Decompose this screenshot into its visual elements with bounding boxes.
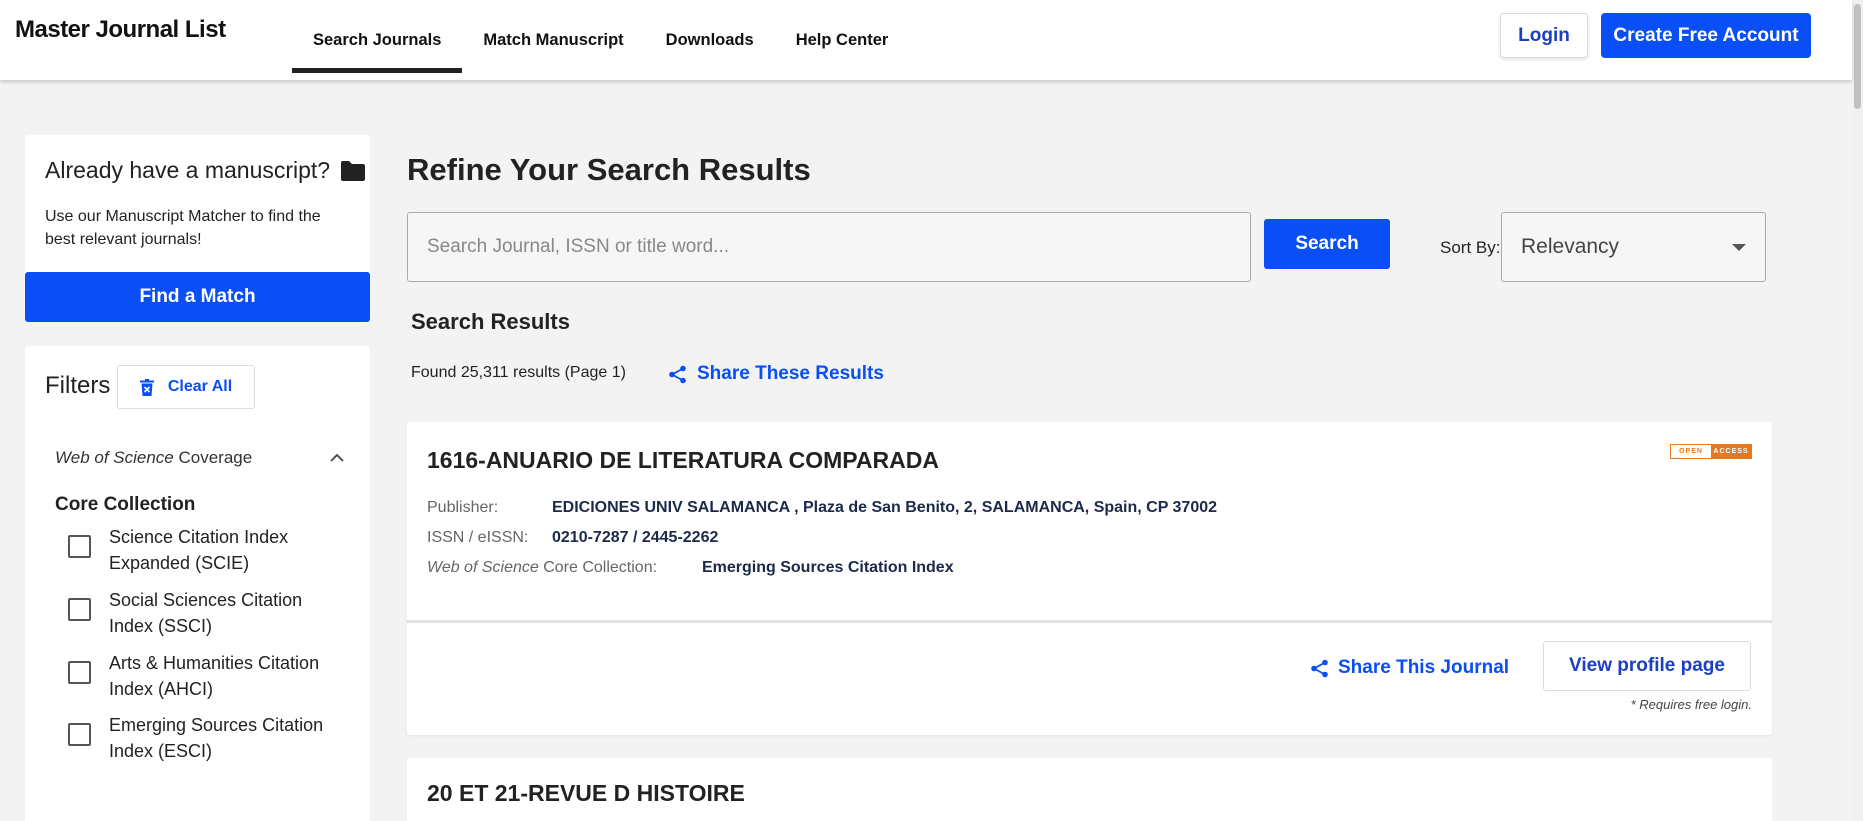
filters-panel: Filters Clear All Web of Science Coverag… xyxy=(25,346,370,821)
site-logo[interactable]: Master Journal List xyxy=(15,16,226,44)
manuscript-card-description: Use our Manuscript Matcher to find the b… xyxy=(45,208,321,248)
page-title: Refine Your Search Results xyxy=(407,152,811,187)
share-results-link[interactable]: Share These Results xyxy=(668,363,884,385)
login-button[interactable]: Login xyxy=(1500,13,1588,58)
checkbox-ahci[interactable] xyxy=(68,661,91,684)
manuscript-card-title: Already have a manuscript? xyxy=(45,157,366,184)
nav-search-journals[interactable]: Search Journals xyxy=(292,0,463,80)
top-header: Master Journal List Search Journals Matc… xyxy=(0,0,1852,80)
open-access-badge-open: OPEN xyxy=(1671,445,1711,458)
journal-result-card: 1616-ANUARIO DE LITERATURA COMPARADA OPE… xyxy=(407,422,1772,735)
journal-title[interactable]: 1616-ANUARIO DE LITERATURA COMPARADA xyxy=(427,447,939,474)
create-account-button[interactable]: Create Free Account xyxy=(1601,13,1811,58)
manuscript-matcher-card: Already have a manuscript? Use our Manus… xyxy=(25,135,370,322)
main-nav: Search Journals Match Manuscript Downloa… xyxy=(292,0,909,80)
page-scrollbar[interactable] xyxy=(1852,0,1863,821)
filter-label-ssci: Social Sciences Citation Index (SSCI) xyxy=(109,590,303,636)
journal-result-card: 20 ET 21-REVUE D HISTOIRE xyxy=(407,758,1772,821)
results-count: Found 25,311 results (Page 1) xyxy=(411,364,626,381)
sort-by-label: Sort By: xyxy=(1440,238,1501,257)
clear-all-button[interactable]: Clear All xyxy=(117,365,255,409)
filters-title: Filters xyxy=(45,372,111,399)
open-access-badge-access: ACCESS xyxy=(1711,445,1751,458)
share-journal-link[interactable]: Share This Journal xyxy=(1310,657,1509,679)
open-access-badge: OPEN ACCESS xyxy=(1670,444,1752,459)
search-input[interactable] xyxy=(407,212,1251,282)
wos-label-rest: Core Collection: xyxy=(538,559,658,576)
chevron-up-icon xyxy=(330,453,344,462)
filter-label-ahci: Arts & Humanities Citation Index (AHCI) xyxy=(109,653,320,699)
share-icon xyxy=(1311,659,1328,677)
folder-icon xyxy=(341,160,366,181)
view-profile-button[interactable]: View profile page xyxy=(1543,641,1751,691)
clear-all-label: Clear All xyxy=(167,378,233,395)
filter-option-ssci[interactable]: Social Sciences Citation Index (SSCI) xyxy=(68,587,349,639)
manuscript-title-text: Already have a manuscript? xyxy=(45,157,331,183)
issn-label: ISSN / eISSN: xyxy=(427,529,529,546)
publisher-label: Publisher: xyxy=(427,499,499,516)
checkbox-scie[interactable] xyxy=(68,535,91,558)
share-results-label: Share These Results xyxy=(697,363,884,384)
trash-icon xyxy=(139,378,154,396)
wos-row: Web of Science Core Collection: Emerging… xyxy=(427,559,954,577)
share-journal-label: Share This Journal xyxy=(1338,657,1510,678)
filter-label-scie: Science Citation Index Expanded (SCIE) xyxy=(109,527,289,573)
wos-coverage-rest: Coverage xyxy=(173,448,253,467)
journal-title[interactable]: 20 ET 21-REVUE D HISTOIRE xyxy=(427,780,745,807)
filter-option-ahci[interactable]: Arts & Humanities Citation Index (AHCI) xyxy=(68,650,349,702)
wos-coverage-italic: Web of Science xyxy=(55,448,174,467)
wos-value: Emerging Sources Citation Index xyxy=(702,559,954,576)
publisher-value: EDICIONES UNIV SALAMANCA , Plaza de San … xyxy=(552,499,1218,516)
find-a-match-button[interactable]: Find a Match xyxy=(25,272,370,322)
sort-select-value: Relevancy xyxy=(1521,235,1620,258)
publisher-row: Publisher: EDICIONES UNIV SALAMANCA , Pl… xyxy=(427,499,1217,517)
scrollbar-thumb[interactable] xyxy=(1854,4,1861,109)
filter-option-scie[interactable]: Science Citation Index Expanded (SCIE) xyxy=(68,524,349,576)
search-results-title: Search Results xyxy=(411,309,570,334)
filter-label-esci: Emerging Sources Citation Index (ESCI) xyxy=(109,715,324,761)
sort-select[interactable]: Relevancy xyxy=(1501,212,1766,282)
wos-label-italic: Web of Science xyxy=(427,559,539,576)
filter-option-esci[interactable]: Emerging Sources Citation Index (ESCI) xyxy=(68,712,349,764)
caret-down-icon xyxy=(1732,243,1746,251)
checkbox-ssci[interactable] xyxy=(68,598,91,621)
issn-value: 0210-7287 / 2445-2262 xyxy=(552,529,719,546)
card-divider xyxy=(407,620,1772,623)
share-icon xyxy=(669,365,686,383)
nav-downloads[interactable]: Downloads xyxy=(645,0,775,80)
issn-row: ISSN / eISSN: 0210-7287 / 2445-2262 xyxy=(427,529,718,547)
nav-help-center[interactable]: Help Center xyxy=(775,0,910,80)
wos-coverage-label: Web of Science Coverage xyxy=(55,448,252,468)
core-collection-title: Core Collection xyxy=(55,494,196,515)
checkbox-esci[interactable] xyxy=(68,723,91,746)
requires-login-note: * Requires free login. xyxy=(1630,697,1752,712)
wos-label: Web of Science Core Collection: xyxy=(427,559,657,577)
wos-coverage-toggle[interactable]: Web of Science Coverage xyxy=(55,448,345,468)
search-button[interactable]: Search xyxy=(1264,219,1390,269)
nav-match-manuscript[interactable]: Match Manuscript xyxy=(462,0,644,80)
